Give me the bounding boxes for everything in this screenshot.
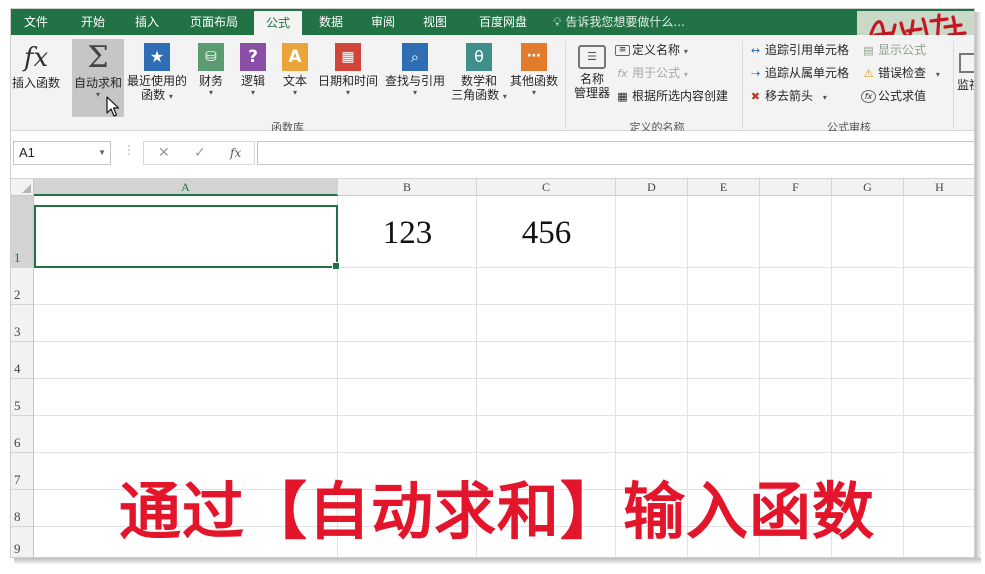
error-checking-button[interactable]: ⚠ 错误检查 ▾ [861, 64, 940, 82]
tab-view[interactable]: 视图 [411, 9, 459, 35]
insert-function-button[interactable]: fx 插入函数 [11, 43, 61, 90]
name-tags-icon: ☰ [578, 45, 606, 69]
define-name-button[interactable]: ≡ 定义名称 ▾ [615, 41, 688, 59]
fx-icon: fx [23, 43, 49, 73]
column-header-g[interactable]: G [832, 179, 904, 196]
row-header-2[interactable]: 2 [11, 268, 34, 305]
chevron-down-icon: ▼ [98, 148, 106, 157]
row-header-1[interactable]: 1 [11, 196, 34, 268]
name-box[interactable]: A1 ▼ [13, 141, 111, 165]
cell-c1[interactable]: 456 [477, 215, 616, 252]
text-a-book-icon: A [282, 43, 308, 71]
cell-b1[interactable]: 123 [338, 215, 477, 252]
cancel-icon[interactable]: ✕ [158, 142, 170, 164]
column-header-a[interactable]: A [34, 179, 338, 196]
question-book-icon: ? [240, 43, 266, 71]
group-separator [742, 41, 743, 129]
financial-button[interactable]: ⛁ 财务 ▾ [193, 43, 229, 97]
tag-icon: ≡ [615, 45, 630, 56]
recently-used-button[interactable]: ★ 最近使用的 函数 ▾ [125, 43, 189, 104]
theta-book-icon: θ [466, 43, 492, 71]
grid-line [34, 452, 974, 453]
grid-line [34, 378, 974, 379]
tab-page-layout[interactable]: 页面布局 [175, 9, 253, 35]
tab-file[interactable]: 文件 [11, 9, 61, 35]
formula-input[interactable] [257, 141, 974, 165]
row-header-7[interactable]: 7 [11, 453, 34, 490]
column-header-f[interactable]: F [760, 179, 832, 196]
sigma-icon: Σ [87, 40, 109, 75]
row-header-6[interactable]: 6 [11, 416, 34, 453]
formula-controls: ✕ ✓ fx [143, 141, 255, 165]
row-header-4[interactable]: 4 [11, 342, 34, 379]
vertical-dots-icon: ⋮ [123, 143, 135, 157]
column-header-b[interactable]: B [338, 179, 477, 196]
lookup-reference-button[interactable]: ⌕ 查找与引用 ▾ [382, 43, 448, 97]
column-header-c[interactable]: C [477, 179, 616, 196]
formula-bar: A1 ▼ ⋮ ✕ ✓ fx [11, 131, 974, 179]
tutorial-caption: 通过【自动求和】输入函数 [118, 475, 875, 548]
lightbulb-icon: 💡︎ [553, 15, 562, 29]
coins-book-icon: ⛁ [198, 43, 224, 71]
mouse-cursor-icon [106, 96, 120, 117]
trace-dependents-icon: ⇢ [750, 66, 761, 80]
warning-icon: ⚠ [863, 66, 874, 80]
watch-window-icon [959, 53, 974, 73]
calendar-book-icon: ▦ [335, 43, 361, 71]
tab-baidu-netdisk[interactable]: 百度网盘 [465, 9, 541, 35]
tab-review[interactable]: 审阅 [359, 9, 407, 35]
select-all-button[interactable] [11, 179, 34, 196]
text-button[interactable]: A 文本 ▾ [277, 43, 313, 97]
tab-data[interactable]: 数据 [307, 9, 355, 35]
excel-window: 文件 开始 插入 页面布局 公式 数据 审阅 视图 百度网盘 💡︎ 告诉我您想要做… [10, 8, 975, 558]
logical-button[interactable]: ? 逻辑 ▾ [235, 43, 271, 97]
name-manager-button[interactable]: ☰ 名称 管理器 [569, 45, 615, 100]
math-trig-button[interactable]: θ 数学和 三角函数 ▾ [447, 43, 511, 104]
create-from-selection-button[interactable]: ▦ 根据所选内容创建 [615, 87, 728, 105]
tell-me-text: 告诉我您想要做什么... [565, 15, 685, 29]
ribbon-tab-bar: 文件 开始 插入 页面布局 公式 数据 审阅 视图 百度网盘 💡︎ 告诉我您想要做… [11, 9, 974, 35]
remove-arrows-icon: ✖ [750, 89, 761, 103]
date-time-button[interactable]: ▦ 日期和时间 ▾ [315, 43, 381, 97]
ellipsis-book-icon: ⋯ [521, 43, 547, 71]
show-formulas-button[interactable]: ▤ 显示公式 [861, 41, 926, 59]
trace-precedents-icon: ↔ [750, 43, 761, 57]
magnifier-book-icon: ⌕ [402, 43, 428, 71]
group-separator [565, 41, 566, 129]
watch-window-button[interactable]: 监视 [957, 53, 974, 92]
grid-line [34, 304, 974, 305]
enter-check-icon[interactable]: ✓ [194, 142, 206, 164]
tab-home[interactable]: 开始 [65, 9, 121, 35]
row-header-9[interactable]: 9 [11, 527, 34, 557]
column-header-h[interactable]: H [904, 179, 974, 196]
ribbon-formulas: fx 插入函数 Σ 自动求和 ▾ ★ 最近使用的 函数 ▾ ⛁ 财务 ▾ ? 逻… [11, 35, 974, 134]
column-header-e[interactable]: E [688, 179, 760, 196]
trace-dependents-button[interactable]: ⇢ 追踪从属单元格 [748, 64, 849, 82]
column-header-d[interactable]: D [616, 179, 688, 196]
show-formulas-icon: ▤ [863, 43, 874, 57]
tell-me-box[interactable]: 💡︎ 告诉我您想要做什么... [553, 9, 685, 35]
trace-precedents-button[interactable]: ↔ 追踪引用单元格 [748, 41, 849, 59]
evaluate-formula-button[interactable]: fx 公式求值 [861, 87, 926, 105]
grid-line [34, 415, 974, 416]
group-separator [953, 41, 954, 129]
tab-formulas[interactable]: 公式 [254, 11, 302, 35]
row-header-3[interactable]: 3 [11, 305, 34, 342]
star-book-icon: ★ [144, 43, 170, 71]
grid-line [34, 341, 974, 342]
use-in-formula-button[interactable]: fx 用于公式 ▾ [615, 64, 688, 82]
insert-function-icon[interactable]: fx [230, 142, 241, 164]
row-header-5[interactable]: 5 [11, 379, 34, 416]
selected-cell-a1[interactable] [34, 205, 340, 270]
tab-insert[interactable]: 插入 [121, 9, 173, 35]
remove-arrows-button[interactable]: ✖ 移去箭头 ▾ [748, 87, 827, 105]
more-functions-button[interactable]: ⋯ 其他函数 ▾ [509, 43, 559, 97]
function-icon: fx [617, 66, 628, 80]
grid-icon: ▦ [617, 89, 628, 103]
evaluate-fx-icon: fx [861, 90, 876, 103]
row-header-8[interactable]: 8 [11, 490, 34, 527]
